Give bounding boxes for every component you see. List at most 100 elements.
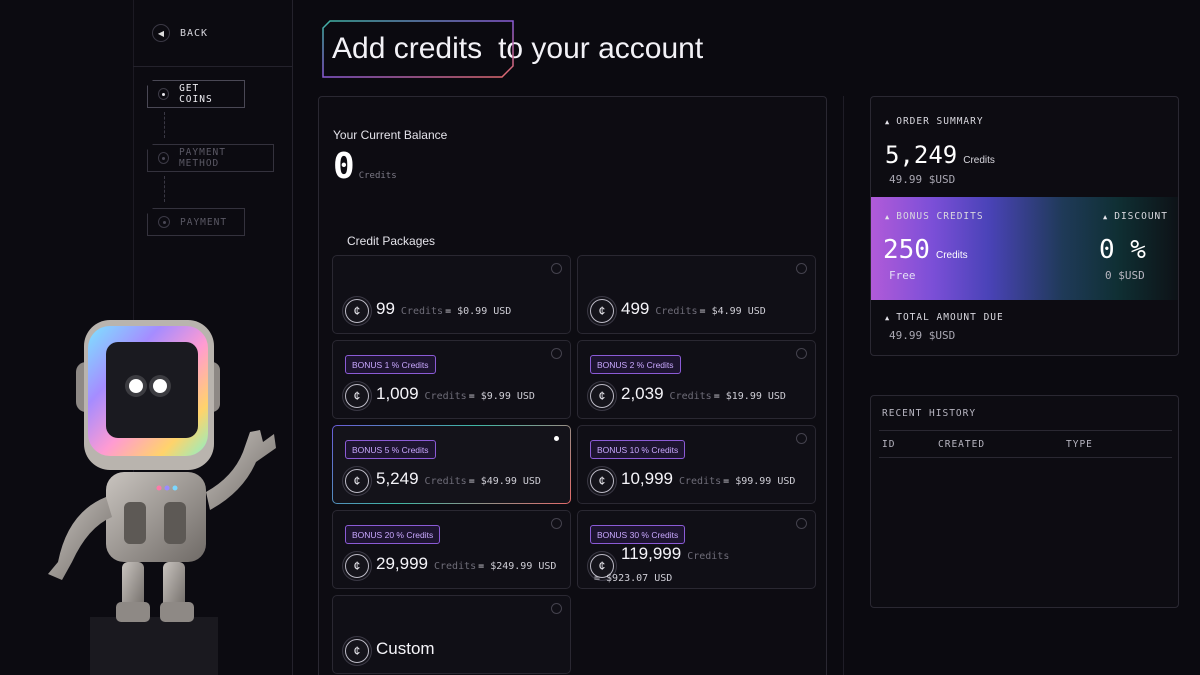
bonus-badge: BONUS 5 % Credits [345,440,436,459]
chevron-left-icon: ◀ [152,24,170,42]
package-credits-label: Credits [669,391,712,402]
credit-package-card[interactable]: BONUS 2 % Credits ¢ 2,039 Credits = $19.99 U… [577,340,816,419]
balance-display: 0 Credits [333,149,397,185]
package-amount: 10,999 [621,469,673,488]
package-amount-line: 119,999 Credits [621,544,729,564]
coin-icon: ¢ [590,299,614,323]
package-credits-label: Credits [679,476,722,487]
package-amount-line: 99 Credits = $0.99 USD [376,299,511,319]
credit-package-card[interactable]: BONUS 1 % Credits ¢ 1,009 Credits = $9.99 US… [332,340,571,419]
package-radio[interactable] [551,518,562,529]
history-header-divider [879,457,1172,458]
package-amount: 5,249 [376,469,419,488]
package-radio[interactable] [796,263,807,274]
discount-header: ▲ DISCOUNT [1103,211,1168,222]
coin-icon: ¢ [590,384,614,408]
package-credits-label: Credits [655,306,698,317]
back-label: BACK [180,27,209,39]
bonus-credits-unit: Credits [935,250,968,261]
package-radio[interactable] [796,348,807,359]
package-amount: 499 [621,299,650,318]
back-button[interactable]: ◀ BACK [152,24,208,42]
bonus-discount-band: ▲ BONUS CREDITS 250 Credits Free ▲ DISCO… [871,197,1178,300]
step-get-coins[interactable]: GET COINS [147,80,245,108]
title-rest: to your account [498,32,704,65]
total-due-value: 49.99 $USD [889,329,956,342]
credit-package-card[interactable]: BONUS 10 % Credits ¢ 10,999 Credits = $99.99… [577,425,816,504]
package-radio[interactable] [551,433,562,444]
package-credits-label: Credits [424,476,467,487]
history-col-type: TYPE [1066,439,1093,450]
package-amount-line: Custom [376,639,435,659]
step-label: PAYMENT METHOD [178,147,226,169]
bonus-credits-label: BONUS CREDITS [896,211,984,222]
credit-package-card[interactable]: ¢ Custom [332,595,571,674]
bonus-badge: BONUS 10 % Credits [590,440,686,459]
credit-package-card[interactable]: BONUS 30 % Credits ¢ 119,999 Credits = $923.… [577,510,816,589]
bonus-badge: BONUS 2 % Credits [590,355,681,374]
package-amount-line: 499 Credits = $4.99 USD [621,299,766,319]
recent-history-title: RECENT HISTORY [882,408,977,419]
credits-panel: Your Current Balance 0 Credits Credit Pa… [318,96,827,675]
credit-package-card[interactable]: BONUS 20 % Credits ¢ 29,999 Credits = $249.9… [332,510,571,589]
right-divider [843,96,844,675]
caret-up-icon: ▲ [885,313,891,322]
package-price: = $0.99 USD [445,306,512,317]
coin-icon: ¢ [345,554,369,578]
bonus-badge: BONUS 20 % Credits [345,525,441,544]
caret-up-icon: ▲ [885,117,891,126]
package-radio[interactable] [796,518,807,529]
coin-icon: ¢ [345,384,369,408]
package-amount-line: 29,999 Credits = $249.99 USD [376,554,556,574]
bonus-credits-header: ▲ BONUS CREDITS [885,211,984,222]
credit-package-card[interactable]: BONUS 5 % Credits ¢ 5,249 Credits = $49.99 U… [332,425,571,504]
package-price: = $99.99 USD [723,476,796,487]
balance-label: Your Current Balance [333,128,448,142]
package-price: = $19.99 USD [713,391,786,402]
order-credits-value: 5,249 [885,141,958,169]
caret-up-icon: ▲ [1103,212,1109,221]
page-title: Add credits to your account [322,20,703,78]
bonus-credits-value: 250 [883,235,930,265]
package-amount: 119,999 [621,544,682,563]
package-amount-line: 5,249 Credits = $49.99 USD [376,469,541,489]
package-amount-line: 2,039 Credits = $19.99 USD [621,384,786,404]
step-indicator-icon [158,152,169,164]
package-amount: 2,039 [621,384,664,403]
recent-history-panel: RECENT HISTORY ID CREATED TYPE [870,395,1179,608]
coin-icon: ¢ [345,299,369,323]
package-credits-label: Credits [400,306,444,317]
step-indicator-icon [158,216,170,228]
package-radio[interactable] [551,263,562,274]
credit-package-card[interactable]: ¢ 99 Credits = $0.99 USD [332,255,571,334]
total-due-header: ▲ TOTAL AMOUNT DUE [885,312,1004,323]
credit-package-card[interactable]: ¢ 499 Credits = $4.99 USD [577,255,816,334]
package-credits-label: Credits [424,391,467,402]
package-radio[interactable] [551,603,562,614]
order-credits-unit: Credits [963,155,995,166]
step-payment-method[interactable]: PAYMENT METHOD [147,144,274,172]
package-amount-line: 1,009 Credits = $9.99 USD [376,384,535,404]
step-label: PAYMENT [180,216,228,228]
step-label: GET COINS [179,83,213,105]
package-radio[interactable] [551,348,562,359]
package-credits-label: Credits [434,561,477,572]
bonus-badge: BONUS 30 % Credits [590,525,686,544]
package-radio[interactable] [796,433,807,444]
step-indicator-icon [158,88,170,100]
balance-unit: Credits [358,171,397,181]
coin-icon: ¢ [345,639,369,663]
order-usd: 49.99 $USD [889,173,956,186]
package-amount-line: 10,999 Credits = $99.99 USD [621,469,795,489]
title-highlight-frame: Add credits [322,20,514,78]
step-payment[interactable]: PAYMENT [147,208,245,236]
step-connector [164,112,165,138]
coin-icon: ¢ [590,469,614,493]
discount-label: DISCOUNT [1114,211,1168,222]
package-price: = $9.99 USD [468,391,535,402]
step-connector [164,176,165,202]
coin-icon: ¢ [345,469,369,493]
bonus-credits: 250 Credits [883,235,968,265]
history-col-created: CREATED [938,439,986,450]
discount-value: 0 % [1099,235,1146,265]
